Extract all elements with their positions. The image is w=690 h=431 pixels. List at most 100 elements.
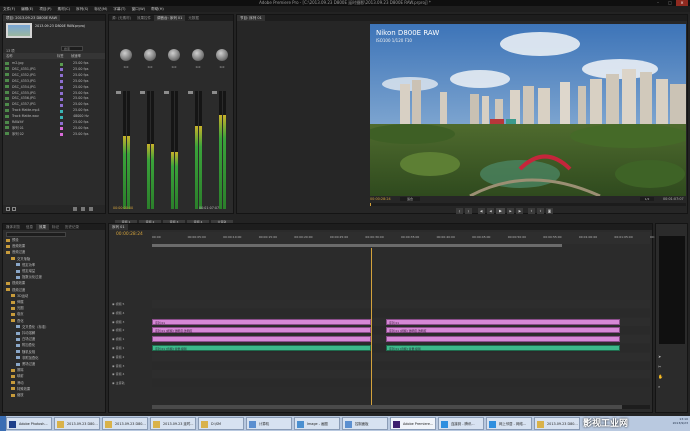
pan-knob[interactable]	[144, 49, 156, 61]
project-item[interactable]: m2.jpg 25.00 fps	[5, 61, 105, 67]
monitor-playhead[interactable]	[370, 203, 371, 206]
step-back-icon[interactable]: ◀|	[478, 208, 485, 214]
taskbar-item[interactable]: 2013.09.23 D80...	[102, 417, 148, 430]
taskbar-item[interactable]: 连接到 - 腾讯...	[438, 417, 484, 430]
work-area-bar[interactable]	[152, 244, 562, 247]
effects-tree-item[interactable]: 非附加叠化	[6, 356, 106, 362]
pan-knob[interactable]	[168, 49, 180, 61]
effects-tree-item[interactable]: 音频过渡	[6, 250, 106, 256]
project-search-input[interactable]: 搜索	[61, 46, 83, 51]
taskbar-item[interactable]: 计算机	[246, 417, 292, 430]
track-header[interactable]: ◉ 主音轨	[112, 379, 152, 387]
video-clip[interactable]: 序列 01	[152, 318, 372, 325]
menu-sequence[interactable]: 序列(S)	[73, 6, 91, 12]
project-item[interactable]: DSC_4356.JPG 25.00 fps	[5, 96, 105, 102]
project-item[interactable]: 序列 02 25.00 fps	[5, 132, 105, 138]
menu-window[interactable]: 窗口(W)	[129, 6, 149, 12]
project-item[interactable]: DSC_4354.JPG 25.00 fps	[5, 85, 105, 91]
track-header[interactable]: ◉ 视频 5	[112, 300, 152, 308]
project-item[interactable]: 序列 01 25.00 fps	[5, 126, 105, 132]
menu-project[interactable]: 项目(P)	[36, 6, 54, 12]
effects-tree-item[interactable]: 特殊效果	[6, 387, 106, 393]
tab-effects[interactable]: 效果	[36, 224, 49, 230]
project-item[interactable]: Track Matte.wav 48000 Hz	[5, 114, 105, 120]
menu-clip[interactable]: 素材(C)	[55, 6, 74, 12]
video-clip[interactable]	[386, 336, 621, 343]
lift-icon[interactable]: ⇧	[528, 208, 535, 214]
taskbar-item[interactable]: 2013.09.23 D80...	[54, 417, 100, 430]
track-header[interactable]: ◉ 视频 1	[112, 335, 152, 343]
volume-fader[interactable]	[116, 91, 121, 94]
effects-tree-item[interactable]: 映射	[6, 374, 106, 380]
taskbar-item[interactable]: Image - 画图	[294, 417, 340, 430]
menu-title[interactable]: 字幕(T)	[110, 6, 128, 12]
step-back-frame-icon[interactable]: ◀	[487, 208, 494, 214]
volume-fader[interactable]	[140, 91, 145, 94]
taskbar-item[interactable]: D:\SM	[198, 417, 244, 430]
track-header[interactable]: ◉ 音频 1	[112, 344, 152, 352]
taskbar-item[interactable]: 控制面板	[342, 417, 388, 430]
project-item[interactable]: DSC_4355.JPG 25.00 fps	[5, 91, 105, 97]
project-item[interactable]: DSC_4357.JPG 25.00 fps	[5, 102, 105, 108]
project-item[interactable]: DSC_4353.JPG 25.00 fps	[5, 79, 105, 85]
menu-help[interactable]: 帮助(H)	[148, 6, 167, 12]
effects-tree-item[interactable]: 附加叠化	[6, 343, 106, 349]
mark-out-icon[interactable]: }	[465, 208, 472, 214]
step-forward-icon[interactable]: |▶	[516, 208, 523, 214]
effects-tree-item[interactable]: 预设	[6, 238, 106, 244]
project-item[interactable]: Track Matte.mp4 25.00 fps	[5, 108, 105, 114]
taskbar-item[interactable]: Adobe Premiere...	[390, 417, 436, 430]
tool-selection-icon[interactable]: ➤	[658, 354, 686, 364]
trash-icon[interactable]	[89, 207, 93, 211]
taskbar-item[interactable]: 网上邻居 - 网络...	[486, 417, 532, 430]
tool-hand-icon[interactable]: ✋	[658, 374, 686, 384]
effects-tree-item[interactable]: 随机反相	[6, 350, 106, 356]
timeline-scroll-thumb[interactable]	[152, 405, 622, 409]
effects-tree-item[interactable]: 恒定功率	[6, 263, 106, 269]
taskbar-item[interactable]: 2013.09.23 D80...	[534, 417, 580, 430]
tab-history[interactable]: 历史记录	[62, 224, 82, 230]
tab-sequence[interactable]: 序列 01	[109, 224, 128, 230]
menu-file[interactable]: 文件(F)	[0, 6, 18, 12]
effects-tree-item[interactable]: 光圈	[6, 306, 106, 312]
audio-clip[interactable]: 序列 01 [音频] 音量:级别	[386, 345, 621, 351]
effects-tree-item[interactable]: 交叉叠化（标准）	[6, 325, 106, 331]
volume-fader[interactable]	[212, 91, 217, 94]
list-view-icon[interactable]	[6, 207, 10, 211]
step-forward-frame-icon[interactable]: ▶	[507, 208, 514, 214]
volume-fader[interactable]	[164, 91, 169, 94]
tool-razor-icon[interactable]: ✂	[658, 364, 686, 374]
effects-tree-item[interactable]: 黑场过渡	[6, 362, 106, 368]
timeline-playhead[interactable]	[371, 248, 373, 408]
effects-tree-item[interactable]: 指数淡化过渡	[6, 275, 106, 281]
export-frame-icon[interactable]: ◙	[546, 208, 553, 214]
track-lane[interactable]	[152, 352, 650, 361]
audio-clip[interactable]: 序列 01 [音频] 音量:级别	[152, 345, 372, 351]
effects-tree-item[interactable]: 擦除	[6, 368, 106, 374]
tool-zoom-icon[interactable]: ⌕	[658, 384, 686, 394]
system-clock[interactable]: 13:10 2013/9/23	[650, 417, 688, 430]
effects-tree-item[interactable]: 视频效果	[6, 281, 106, 287]
timeline-ruler[interactable]: 00:00 00:00:05:00 00:00:10:00 00:00:15:00 00…	[152, 232, 668, 244]
video-clip[interactable]: 序列 01	[386, 318, 621, 325]
project-item[interactable]: DSC_4351.JPG 25.00 fps	[5, 67, 105, 73]
video-clip[interactable]	[152, 336, 372, 343]
monitor-scrubber[interactable]	[370, 203, 686, 206]
extract-icon[interactable]: ⇪	[537, 208, 544, 214]
project-item[interactable]: RAW.tif 25.00 fps	[5, 120, 105, 126]
timeline-scrollbar[interactable]	[152, 405, 650, 409]
track-lane[interactable]	[152, 370, 650, 379]
tab-project[interactable]: 项目: 2013.09.23 D800E RAW	[3, 15, 61, 21]
effects-tree-item[interactable]: 滑动	[6, 381, 106, 387]
icon-view-icon[interactable]	[12, 207, 16, 211]
effects-tree-item[interactable]: 卷页	[6, 312, 106, 318]
effects-tree-item[interactable]: 交叉渐隐	[6, 257, 106, 263]
pan-knob[interactable]	[216, 49, 228, 61]
new-item-icon[interactable]	[81, 207, 85, 211]
track-lane[interactable]	[152, 308, 650, 317]
tab-info[interactable]: 信息	[23, 224, 36, 230]
video-clip[interactable]: 序列 01 [视频] 透明度:透明度	[152, 327, 372, 334]
zoom-select[interactable]: 适合	[400, 197, 420, 201]
video-clip[interactable]: 序列 01 [视频] 透明度:透明度	[386, 327, 621, 334]
effects-tree-item[interactable]: 音频效果	[6, 244, 106, 250]
